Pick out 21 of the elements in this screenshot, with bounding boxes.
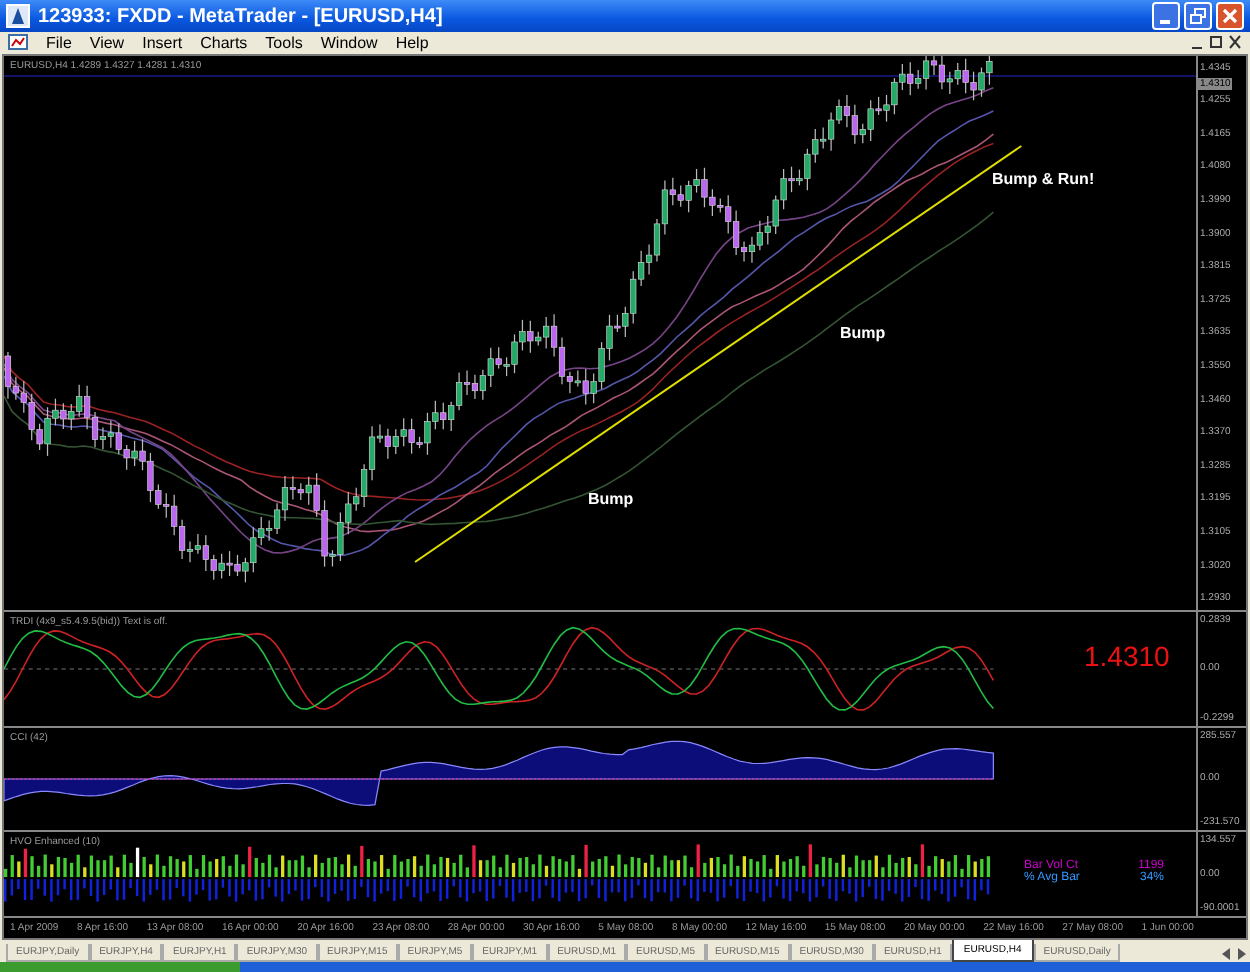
menu-item[interactable]: Tools <box>265 33 303 52</box>
menu-item[interactable]: File <box>46 33 72 52</box>
menu-item[interactable]: Insert <box>142 33 183 52</box>
menu-item[interactable]: Help <box>395 33 429 52</box>
chart-icon[interactable] <box>8 32 28 53</box>
window-controls-icon[interactable] <box>1190 34 1242 51</box>
chart-annotation: Bump <box>588 489 634 508</box>
minimize-button[interactable] <box>1152 2 1180 30</box>
price-value: 1.4310 <box>1084 639 1170 672</box>
close-button[interactable] <box>1216 2 1244 30</box>
chart-annotation: Bump & Run! <box>992 169 1095 188</box>
chart-annotation: Bump <box>840 323 886 342</box>
tab-scroll-icon[interactable] <box>1218 945 1250 962</box>
restore-button[interactable] <box>1184 2 1212 30</box>
close-icon <box>1222 8 1238 24</box>
window-title: 123933: FXDD - MetaTrader - [EURUSD,H4] <box>38 5 443 27</box>
menu-item[interactable]: Window <box>320 33 378 52</box>
app-icon <box>6 4 30 28</box>
menu-item[interactable]: Charts <box>200 33 248 52</box>
menu-item[interactable]: View <box>89 33 125 52</box>
restore-icon <box>1190 8 1206 24</box>
